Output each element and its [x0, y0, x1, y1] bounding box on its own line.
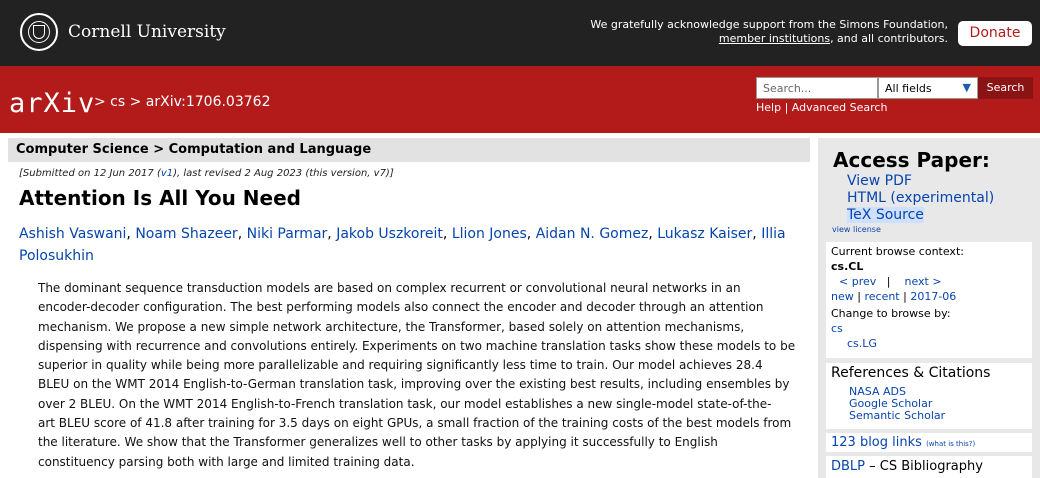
- arxiv-header: arXiv > cs > arXiv:1706.03762 Search... …: [0, 66, 1040, 133]
- acknowledgement: We gratefully acknowledge support from t…: [590, 18, 948, 45]
- references-panel: References & Citations NASA ADS Google S…: [826, 363, 1032, 429]
- author-link[interactable]: Jakob Uszkoreit: [336, 226, 443, 242]
- abstract-line: dispensing with recurrence and convoluti…: [38, 338, 796, 353]
- cornell-seal-icon: [20, 13, 58, 51]
- abstract-line: over 2 BLEU. On the WMT 2014 English-to-…: [38, 396, 772, 411]
- donate-button[interactable]: Donate: [958, 21, 1032, 46]
- help-links: Help | Advanced Search: [756, 101, 888, 114]
- abstract-line: BLEU on the WMT 2014 English-to-German t…: [38, 377, 790, 392]
- abstract-line: the literature. We show that the Transfo…: [38, 435, 718, 450]
- access-links: View PDF HTML (experimental) TeX Source: [847, 173, 994, 224]
- context-value: cs.CL: [831, 260, 864, 273]
- semantic-scholar-link[interactable]: Semantic Scholar: [849, 410, 1027, 422]
- search-button[interactable]: Search: [978, 77, 1033, 99]
- abstract-line: The dominant sequence transduction model…: [38, 281, 741, 295]
- next-link[interactable]: next >: [904, 275, 941, 288]
- what-is-this-link[interactable]: (what is this?): [926, 440, 975, 448]
- author-link[interactable]: Niki Parmar: [247, 226, 328, 242]
- cornell-header: Cornell University We gratefully acknowl…: [0, 0, 1040, 66]
- help-link[interactable]: Help: [756, 101, 781, 114]
- browse-context-panel: Current browse context: cs.CL < prev | n…: [826, 242, 1032, 358]
- chevron-down-icon: ▼: [962, 81, 971, 94]
- browse-cs-link[interactable]: cs: [831, 321, 1027, 336]
- member-institutions-link[interactable]: member institutions: [719, 32, 830, 45]
- abstract-line: constituency parsing both with large and…: [38, 454, 415, 469]
- new-link[interactable]: new: [831, 290, 854, 303]
- dblp-link[interactable]: DBLP: [831, 459, 865, 474]
- breadcrumb[interactable]: > cs > arXiv:1706.03762: [94, 94, 270, 110]
- abstract-line: superior in quality while being more par…: [38, 358, 763, 373]
- blog-links-link[interactable]: 123 blog links: [831, 435, 922, 450]
- blog-links-panel: 123 blog links (what is this?): [826, 433, 1032, 452]
- html-link[interactable]: HTML (experimental): [847, 190, 994, 207]
- advanced-search-link[interactable]: Advanced Search: [792, 101, 888, 114]
- dblp-panel: DBLP – CS Bibliography: [826, 456, 1032, 478]
- abstract-line: art BLEU score of 41.8 after training fo…: [38, 416, 792, 431]
- tex-source-link[interactable]: TeX Source: [847, 207, 924, 223]
- arxiv-logo[interactable]: arXiv: [9, 88, 95, 119]
- author-link[interactable]: Lukasz Kaiser: [657, 226, 752, 242]
- author-link[interactable]: Ashish Vaswani: [19, 226, 126, 242]
- author-link[interactable]: Llion Jones: [452, 226, 527, 242]
- v1-link[interactable]: v1: [161, 168, 173, 179]
- cornell-logo[interactable]: Cornell University: [20, 13, 226, 51]
- references-heading: References & Citations: [831, 365, 991, 381]
- cornell-name: Cornell University: [68, 22, 226, 42]
- prev-link[interactable]: < prev: [839, 275, 876, 288]
- browse-cslg-link[interactable]: cs.LG: [831, 336, 1027, 351]
- subject-heading: Computer Science > Computation and Langu…: [8, 138, 810, 162]
- view-pdf-link[interactable]: View PDF: [847, 173, 994, 190]
- author-link[interactable]: Noam Shazeer: [135, 226, 237, 242]
- abstract-line: mechanism. We propose a new simple netwo…: [38, 319, 745, 334]
- author-list: Ashish Vaswani, Noam Shazeer, Niki Parma…: [19, 226, 786, 264]
- sidebar: Access Paper: View PDF HTML (experimenta…: [818, 138, 1040, 478]
- search-field-select[interactable]: All fields ▼: [878, 77, 978, 99]
- view-license-link[interactable]: view license: [832, 225, 881, 234]
- month-link[interactable]: 2017-06: [910, 290, 956, 303]
- abstract-line: encoder-decoder configuration. The best …: [38, 300, 764, 315]
- recent-link[interactable]: recent: [864, 290, 899, 303]
- abstract: The dominant sequence transduction model…: [38, 279, 808, 472]
- access-paper-heading: Access Paper:: [833, 148, 990, 172]
- author-link[interactable]: Aidan N. Gomez: [536, 226, 649, 242]
- submission-info: [Submitted on 12 Jun 2017 (v1), last rev…: [19, 168, 394, 179]
- search-input[interactable]: Search...: [756, 77, 878, 99]
- paper-title: Attention Is All You Need: [19, 186, 301, 210]
